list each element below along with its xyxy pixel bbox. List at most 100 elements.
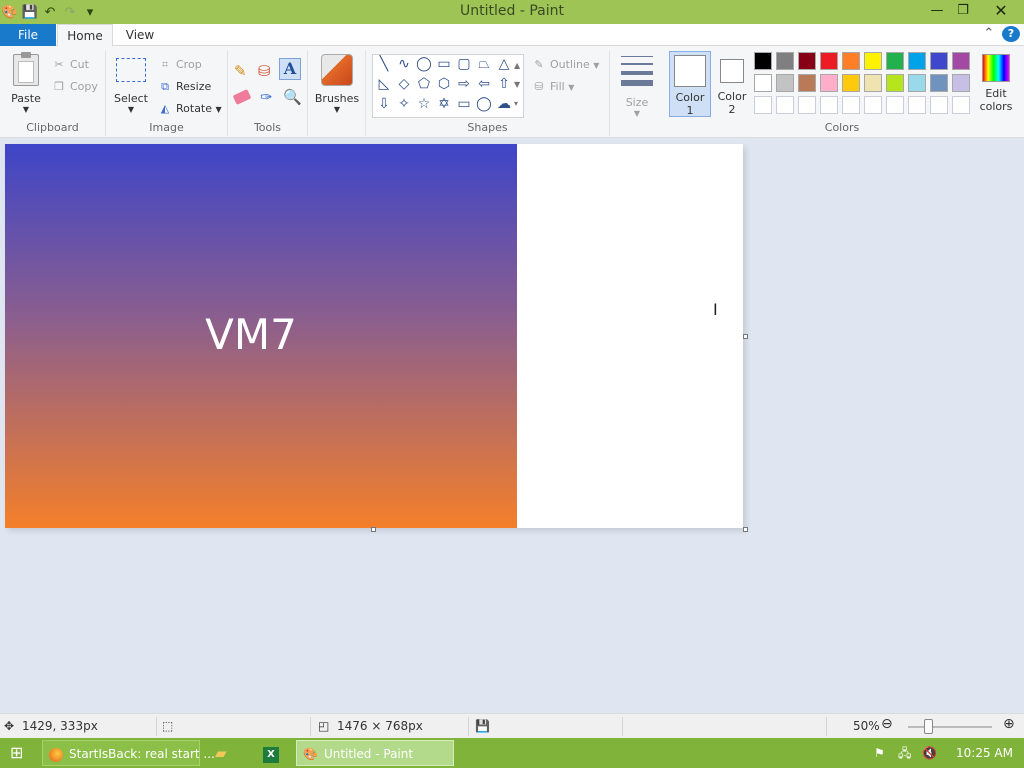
excel-icon[interactable]: X xyxy=(262,740,280,766)
color-swatch[interactable] xyxy=(842,52,860,70)
edit-colors-button[interactable]: Edit colors xyxy=(976,54,1016,113)
polygon-icon[interactable]: ⏢ xyxy=(475,56,493,72)
resize-handle-right[interactable] xyxy=(743,334,748,339)
color-swatch[interactable] xyxy=(776,74,794,92)
pentagon-icon[interactable]: ⬠ xyxy=(415,76,433,92)
clock[interactable]: 10:25 AM xyxy=(956,738,1013,768)
help-icon[interactable]: ? xyxy=(1002,26,1020,42)
resize-button[interactable]: ⧉ Resize xyxy=(158,80,211,94)
paint-app-icon[interactable]: 🎨 xyxy=(0,5,20,20)
diamond-icon[interactable]: ◇ xyxy=(395,76,413,92)
text-tool-icon[interactable]: A xyxy=(279,58,301,80)
select-button[interactable]: Select ▼ xyxy=(112,58,150,114)
left-arrow-icon[interactable]: ⇦ xyxy=(475,76,493,92)
fill-bucket-icon[interactable]: ⛁ xyxy=(258,62,271,80)
save-icon[interactable]: 💾 xyxy=(20,5,40,20)
callout-rectangle-icon[interactable]: ▭ xyxy=(455,96,473,112)
fill-button[interactable]: ⛁ Fill ▼ xyxy=(532,80,574,93)
color-swatch[interactable] xyxy=(864,52,882,70)
rectangle-icon[interactable]: ▭ xyxy=(435,56,453,72)
empty-color-slot[interactable] xyxy=(798,96,816,114)
empty-color-slot[interactable] xyxy=(930,96,948,114)
empty-color-slot[interactable] xyxy=(908,96,926,114)
color-picker-icon[interactable]: ✑ xyxy=(260,88,273,106)
volume-icon[interactable]: 🔇 xyxy=(922,738,937,768)
shapes-gallery[interactable]: ╲ ∿ ◯ ▭ ▢ ⏢ △ ◺ ◇ ⬠ ⬡ ⇨ ⇦ ⇧ ⇩ ✧ ☆ ✡ ▭ ◯ ☁ xyxy=(372,54,524,118)
color-swatch[interactable] xyxy=(754,74,772,92)
pencil-icon[interactable]: ✎ xyxy=(234,62,247,80)
empty-color-slot[interactable] xyxy=(886,96,904,114)
chevron-up-icon[interactable]: ⌃ xyxy=(980,26,998,41)
four-point-star-icon[interactable]: ✧ xyxy=(395,96,413,112)
redo-icon[interactable]: ↷ xyxy=(60,5,80,20)
close-button[interactable]: ✕ xyxy=(978,0,1024,22)
color-swatch[interactable] xyxy=(820,74,838,92)
tab-file[interactable]: File xyxy=(0,24,56,46)
five-point-star-icon[interactable]: ☆ xyxy=(415,96,433,112)
empty-color-slot[interactable] xyxy=(864,96,882,114)
drawing-canvas[interactable]: VM7 xyxy=(5,144,743,528)
color-swatch[interactable] xyxy=(776,52,794,70)
color-swatch[interactable] xyxy=(798,74,816,92)
rounded-rectangle-icon[interactable]: ▢ xyxy=(455,56,473,72)
color2-button[interactable]: Color 2 xyxy=(715,53,749,116)
resize-handle-bottom[interactable] xyxy=(371,527,376,532)
color-swatch[interactable] xyxy=(754,52,772,70)
right-triangle-icon[interactable]: ◺ xyxy=(375,76,393,92)
network-icon[interactable]: 🖧 xyxy=(898,738,911,768)
zoom-slider-thumb[interactable] xyxy=(924,719,933,734)
tab-view[interactable]: View xyxy=(118,24,162,47)
color-swatch[interactable] xyxy=(908,52,926,70)
six-point-star-icon[interactable]: ✡ xyxy=(435,96,453,112)
flag-icon[interactable]: ⚑ xyxy=(874,738,885,768)
gallery-scroll[interactable]: ▲ ▼ ▾ xyxy=(514,56,520,113)
cut-button[interactable]: ✂ Cut xyxy=(52,58,89,71)
color-swatch[interactable] xyxy=(886,74,904,92)
taskbar-paint[interactable]: 🎨 Untitled - Paint xyxy=(296,740,454,766)
magnifier-icon[interactable]: 🔍 xyxy=(283,88,302,106)
right-arrow-icon[interactable]: ⇨ xyxy=(455,76,473,92)
resize-handle-corner[interactable] xyxy=(743,527,748,532)
copy-button[interactable]: ❐ Copy xyxy=(52,80,98,93)
empty-color-slot[interactable] xyxy=(842,96,860,114)
zoom-slider-track[interactable] xyxy=(908,726,992,728)
empty-color-slot[interactable] xyxy=(820,96,838,114)
undo-icon[interactable]: ↶ xyxy=(40,5,60,20)
color-swatch[interactable] xyxy=(820,52,838,70)
empty-color-slot[interactable] xyxy=(776,96,794,114)
eraser-icon[interactable] xyxy=(232,89,252,105)
tab-home[interactable]: Home xyxy=(57,24,113,47)
customize-icon[interactable]: ▾ xyxy=(80,5,100,20)
curve-icon[interactable]: ∿ xyxy=(395,56,413,72)
color1-button[interactable]: Color 1 xyxy=(669,51,711,117)
empty-color-slot[interactable] xyxy=(754,96,772,114)
rotate-button[interactable]: ◭ Rotate ▼ xyxy=(158,102,222,115)
empty-color-slot[interactable] xyxy=(952,96,970,114)
color-swatch[interactable] xyxy=(908,74,926,92)
brushes-button[interactable]: Brushes ▼ xyxy=(314,54,360,114)
down-arrow-icon[interactable]: ⇩ xyxy=(375,96,393,112)
restore-button[interactable]: ❐ xyxy=(948,0,978,22)
color-swatch[interactable] xyxy=(886,52,904,70)
triangle-icon[interactable]: △ xyxy=(495,56,513,72)
paste-button[interactable]: Paste ▼ xyxy=(4,52,48,114)
crop-button[interactable]: ⌗ Crop xyxy=(158,58,202,72)
hexagon-icon[interactable]: ⬡ xyxy=(435,76,453,92)
color-swatch[interactable] xyxy=(930,74,948,92)
size-button[interactable]: Size ▼ xyxy=(618,56,656,118)
outline-button[interactable]: ✎ Outline ▼ xyxy=(532,58,599,71)
line-icon[interactable]: ╲ xyxy=(375,56,393,72)
windows-start-icon[interactable]: ⊞ xyxy=(10,740,23,766)
callout-cloud-icon[interactable]: ☁ xyxy=(495,96,513,112)
callout-oval-icon[interactable]: ◯ xyxy=(475,96,493,112)
canvas-workarea[interactable]: VM7 I xyxy=(0,139,1024,713)
color-swatch[interactable] xyxy=(952,52,970,70)
color-swatch[interactable] xyxy=(842,74,860,92)
color-swatch[interactable] xyxy=(864,74,882,92)
color-swatch[interactable] xyxy=(798,52,816,70)
color-swatch[interactable] xyxy=(930,52,948,70)
oval-icon[interactable]: ◯ xyxy=(415,56,433,72)
up-arrow-icon[interactable]: ⇧ xyxy=(495,76,513,92)
zoom-out-icon[interactable]: ⊖ xyxy=(881,716,893,732)
taskbar-firefox[interactable]: StartIsBack: real start ... xyxy=(42,740,215,766)
